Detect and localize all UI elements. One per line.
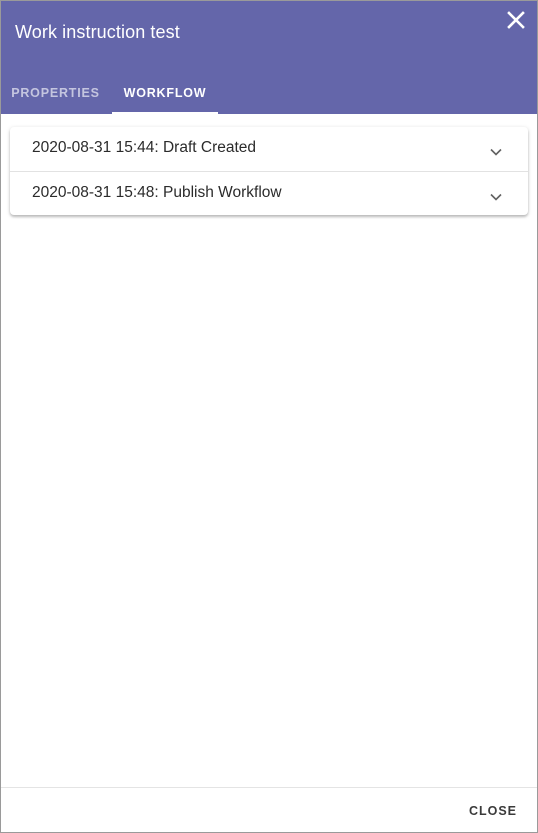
dialog-title: Work instruction test <box>15 22 180 42</box>
close-button[interactable]: CLOSE <box>469 798 517 824</box>
work-instruction-dialog: Work instruction test PROPERTIES WORKFLO… <box>0 0 538 833</box>
workflow-history-list: 2020-08-31 15:44: Draft Created 2020-08-… <box>10 127 528 215</box>
chevron-down-icon[interactable] <box>490 143 502 156</box>
workflow-history-item-label: 2020-08-31 15:48: Publish Workflow <box>32 184 282 201</box>
tab-bar: PROPERTIES WORKFLOW <box>1 71 537 114</box>
workflow-history-item[interactable]: 2020-08-31 15:44: Draft Created <box>10 127 528 172</box>
workflow-history-item-label: 2020-08-31 15:44: Draft Created <box>32 139 257 156</box>
active-tab-indicator <box>112 112 218 114</box>
dialog-header: Work instruction test PROPERTIES WORKFLO… <box>1 1 537 114</box>
tab-workflow[interactable]: WORKFLOW <box>112 71 218 114</box>
tab-properties[interactable]: PROPERTIES <box>1 71 110 114</box>
close-icon[interactable] <box>505 9 527 31</box>
workflow-history-item[interactable]: 2020-08-31 15:48: Publish Workflow <box>10 172 528 215</box>
chevron-down-icon[interactable] <box>490 188 502 201</box>
footer-divider <box>1 787 537 788</box>
